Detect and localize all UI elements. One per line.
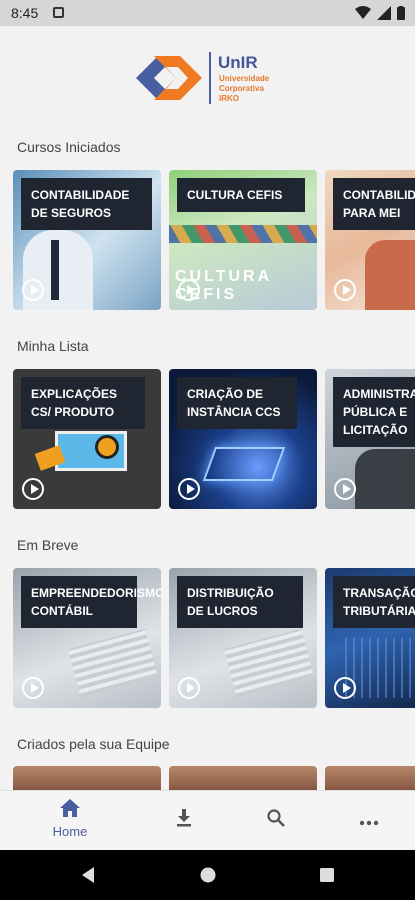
card-illustration	[355, 449, 415, 509]
download-icon	[177, 809, 191, 827]
course-card-label: ADMINISTRAÇÃO PÚBLICA E LICITAÇÃO	[333, 377, 415, 447]
status-time: 8:45	[11, 5, 39, 21]
card-illustration	[169, 225, 317, 243]
back-icon[interactable]	[80, 866, 96, 884]
course-card[interactable]: EMPREENDEDORISMO CONTÁBIL	[13, 568, 161, 708]
status-bar: 8:45	[0, 0, 415, 26]
course-card[interactable]: CONTABILIDADE DE SEGUROS	[13, 170, 161, 310]
section-title-cursos-iniciados: Cursos Iniciados	[17, 139, 121, 155]
card-illustration	[67, 628, 159, 698]
course-card-label: CULTURA CEFIS	[177, 178, 305, 212]
home-icon	[60, 799, 80, 817]
course-card[interactable]: EXPLICAÇÕES CS/ PRODUTO	[13, 369, 161, 509]
nav-downloads[interactable]	[154, 809, 214, 832]
battery-icon	[397, 6, 405, 20]
play-icon[interactable]	[334, 677, 356, 699]
course-card[interactable]: CRIAÇÃO DE INSTÂNCIA CCS	[169, 369, 317, 509]
logo-line2: Corporativa	[219, 84, 264, 93]
logo-line1: Universidade	[219, 74, 270, 83]
play-icon[interactable]	[334, 478, 356, 500]
home-circle-icon[interactable]	[199, 866, 217, 884]
nav-home[interactable]: Home	[40, 799, 100, 839]
course-card-label: CONTABILIDADE PARA MEI	[333, 178, 415, 230]
play-icon[interactable]	[178, 677, 200, 699]
play-icon[interactable]	[334, 279, 356, 301]
course-card[interactable]: ADMINISTRAÇÃO PÚBLICA E LICITAÇÃO	[325, 369, 415, 509]
logo-title: UnIR	[218, 53, 258, 72]
logo-line3: IRKO	[219, 94, 239, 103]
play-icon[interactable]	[178, 478, 200, 500]
logo-divider	[209, 52, 211, 104]
search-icon	[267, 809, 285, 827]
play-icon[interactable]	[22, 279, 44, 301]
course-card-label: EMPREENDEDORISMO CONTÁBIL	[21, 576, 161, 628]
wifi-icon	[355, 6, 371, 19]
course-card[interactable]: TRANSAÇÃO TRIBUTÁRIA	[325, 568, 415, 708]
course-card-label: TRANSAÇÃO TRIBUTÁRIA	[333, 576, 415, 628]
course-card[interactable]: CONTABILIDADE PARA MEI	[325, 170, 415, 310]
signal-icon	[377, 6, 391, 20]
course-card[interactable]: DISTRIBUIÇÃO DE LUCROS	[169, 568, 317, 708]
card-illustration	[365, 240, 415, 310]
card-illustration	[202, 447, 286, 481]
course-card-label: CONTABILIDADE DE SEGUROS	[21, 178, 152, 230]
course-card-label: DISTRIBUIÇÃO DE LUCROS	[177, 576, 303, 628]
card-illustration-badge	[95, 435, 119, 459]
section-title-minha-lista: Minha Lista	[17, 338, 89, 354]
logo-mark-icon	[136, 56, 202, 100]
play-icon[interactable]	[22, 677, 44, 699]
system-nav-bar	[0, 850, 415, 900]
unir-logo: UnIR Universidade Corporativa IRKO	[136, 52, 286, 106]
course-card-label: EXPLICAÇÕES CS/ PRODUTO	[21, 377, 145, 429]
notification-icon	[53, 7, 64, 18]
status-icons	[355, 6, 405, 20]
section-title-em-breve: Em Breve	[17, 537, 79, 553]
section-title-criados-pela-equipe: Criados pela sua Equipe	[17, 736, 170, 752]
card-illustration-tie	[51, 240, 59, 300]
nav-home-label: Home	[52, 824, 88, 839]
play-icon[interactable]	[178, 279, 200, 301]
course-card[interactable]	[325, 766, 415, 790]
bottom-nav: Home	[0, 790, 415, 850]
recents-icon[interactable]	[319, 867, 335, 883]
main-content: UnIR Universidade Corporativa IRKO Curso…	[0, 26, 415, 790]
card-illustration	[223, 628, 315, 698]
nav-more[interactable]	[339, 813, 399, 831]
more-icon	[359, 820, 379, 826]
course-card[interactable]	[13, 766, 161, 790]
course-card-label: CRIAÇÃO DE INSTÂNCIA CCS	[177, 377, 297, 429]
course-card[interactable]: CULTURA CEFIS CULTURA CEFIS	[169, 170, 317, 310]
nav-search[interactable]	[246, 809, 306, 832]
play-icon[interactable]	[22, 478, 44, 500]
course-card[interactable]	[169, 766, 317, 790]
